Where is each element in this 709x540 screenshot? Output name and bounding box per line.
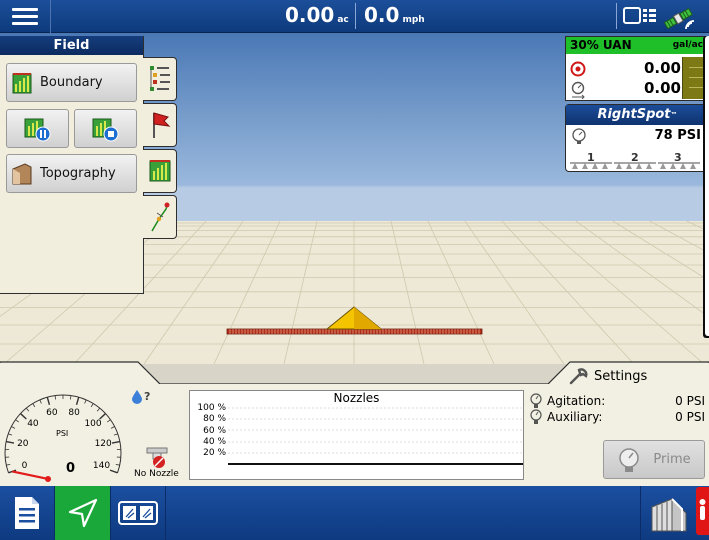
prime-label: Prime bbox=[653, 452, 691, 467]
product-unit: gal/ac bbox=[672, 40, 703, 50]
gauge-tick-label: 120 bbox=[94, 438, 112, 449]
area-unit: ac bbox=[337, 15, 349, 25]
y-tick-40: 40 % bbox=[203, 437, 226, 447]
no-nozzle-icon bbox=[146, 447, 168, 468]
menu-icon bbox=[12, 8, 38, 11]
document-icon bbox=[15, 497, 39, 529]
rightspot-panel[interactable]: RightSpot™ 78 PSI 1 2 3 bbox=[565, 104, 709, 172]
navigation-icon bbox=[68, 498, 97, 528]
guidance-icon bbox=[150, 202, 169, 232]
auxiliary-value: 0 PSI bbox=[675, 410, 705, 424]
section-3-label: 3 bbox=[674, 151, 682, 164]
guidance-tab[interactable] bbox=[143, 195, 177, 239]
agitation-label: Agitation: bbox=[547, 394, 606, 408]
boundary-label: Boundary bbox=[40, 75, 103, 90]
product-header: 30% UAN gal/ac bbox=[566, 37, 709, 54]
auxiliary-label: Auxiliary: bbox=[547, 410, 603, 424]
alert-tab[interactable] bbox=[696, 487, 709, 535]
nozzles-plot bbox=[228, 407, 523, 465]
pause-boundary-button[interactable] bbox=[6, 109, 69, 148]
settings-button[interactable]: Settings bbox=[568, 366, 647, 386]
product-name: 30% UAN bbox=[570, 38, 632, 52]
icon-divider bbox=[616, 3, 617, 29]
flag-tab[interactable] bbox=[143, 103, 177, 147]
area-value: 0.00 bbox=[285, 3, 335, 27]
rightspot-tm: ™ bbox=[670, 111, 678, 119]
field-panel: Field Boundary Topography bbox=[0, 36, 144, 294]
agitation-value: 0 PSI bbox=[675, 394, 705, 408]
product-rate-panel[interactable]: 30% UAN gal/ac 0.00 0.00 bbox=[565, 36, 709, 101]
pause-boundary-icon bbox=[24, 118, 50, 141]
navigation-button[interactable] bbox=[55, 486, 111, 540]
split-screen-button[interactable] bbox=[111, 486, 166, 540]
auxiliary-row: Auxiliary: 0 PSI bbox=[530, 410, 705, 424]
field-tab[interactable] bbox=[143, 149, 177, 193]
stop-boundary-icon bbox=[92, 118, 118, 141]
y-tick-20: 20 % bbox=[203, 448, 226, 458]
boundary-button[interactable]: Boundary bbox=[6, 63, 137, 102]
target-rate: 0.00 bbox=[643, 59, 681, 77]
area-readout[interactable]: 0.00 ac bbox=[285, 3, 349, 27]
section-1-label: 1 bbox=[587, 151, 595, 164]
y-tick-60: 60 % bbox=[203, 426, 226, 436]
gauge-tick-label: 20 bbox=[17, 438, 29, 449]
gauge-tick-label: 40 bbox=[27, 419, 39, 430]
agitation-row: Agitation: 0 PSI bbox=[530, 394, 705, 408]
svg-text:?: ? bbox=[144, 390, 150, 403]
flag-icon bbox=[152, 112, 170, 138]
gauge-tick-label: 80 bbox=[68, 407, 80, 418]
gauge-tick-label: 0 bbox=[21, 461, 28, 472]
implement-icon bbox=[651, 498, 686, 532]
prime-gauge-icon bbox=[619, 447, 640, 472]
nozzles-chart: Nozzles 100 % 80 % 60 % 40 % 20 % bbox=[189, 390, 524, 480]
speed-readout[interactable]: 0.0 mph bbox=[364, 3, 425, 27]
split-screen-icon bbox=[118, 501, 158, 525]
droplet-question-icon[interactable]: ? bbox=[131, 388, 153, 404]
wrench-icon bbox=[569, 368, 588, 385]
topography-label: Topography bbox=[40, 166, 116, 181]
section-2-label: 2 bbox=[631, 151, 639, 164]
menu-button[interactable] bbox=[0, 0, 51, 33]
gauge-unit: PSI bbox=[56, 429, 69, 438]
satellite-gps-icon[interactable] bbox=[662, 3, 702, 35]
gauge-tick-label: 60 bbox=[46, 407, 58, 418]
nozzles-title: Nozzles bbox=[333, 391, 380, 405]
applied-rate: 0.00 bbox=[643, 79, 681, 97]
display-toggle-icon[interactable] bbox=[623, 3, 657, 33]
bottom-bar bbox=[0, 486, 709, 540]
implement-vehicle-icon bbox=[226, 306, 483, 335]
field-icon bbox=[149, 160, 170, 182]
no-nozzle-label: No Nozzle bbox=[134, 469, 179, 479]
implement-button[interactable] bbox=[640, 486, 696, 540]
gauge-tick-label: 100 bbox=[84, 419, 102, 430]
speed-value: 0.0 bbox=[364, 3, 400, 27]
layers-tab[interactable] bbox=[143, 57, 177, 101]
field-panel-title: Field bbox=[0, 36, 143, 55]
right-edge-tab-inner bbox=[705, 36, 709, 336]
rightspot-header: RightSpot™ bbox=[566, 105, 709, 125]
readout-divider bbox=[355, 3, 356, 29]
prime-button[interactable]: Prime bbox=[603, 440, 705, 479]
pressure-gauge-icon bbox=[572, 128, 586, 144]
layers-icon bbox=[149, 66, 170, 91]
speed-unit: mph bbox=[402, 15, 425, 25]
document-button[interactable] bbox=[0, 486, 55, 540]
settings-label: Settings bbox=[594, 368, 648, 384]
gauge-tick-label: 140 bbox=[92, 461, 111, 472]
gauge-value: 0 bbox=[66, 461, 76, 476]
rightspot-title: RightSpot bbox=[597, 107, 671, 122]
y-tick-100: 100 % bbox=[197, 403, 226, 413]
alert-icon bbox=[699, 499, 706, 520]
top-bar: 0.00 ac 0.0 mph bbox=[0, 0, 709, 33]
rightspot-pressure: 78 PSI bbox=[654, 128, 701, 143]
topography-button[interactable]: Topography bbox=[6, 154, 137, 193]
topography-icon bbox=[12, 162, 32, 184]
stop-boundary-button[interactable] bbox=[74, 109, 137, 148]
boundary-icon bbox=[12, 72, 32, 93]
y-tick-80: 80 % bbox=[203, 414, 226, 424]
